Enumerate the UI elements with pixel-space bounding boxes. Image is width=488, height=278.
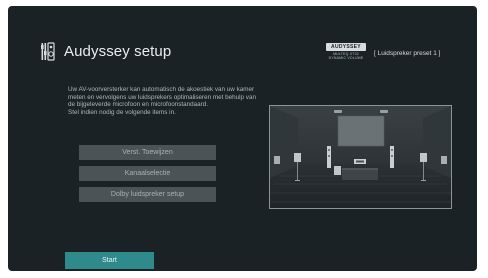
setup-screen: Audyssey setup AUDYSSEY MULTEQ XT32 DYNAM…	[8, 6, 477, 271]
dolby-speaker-setup-button[interactable]: Dolby luidspreker setup	[79, 187, 216, 202]
speaker-preset-label: [ Luidspreker preset 1 ]	[374, 50, 441, 57]
description-paragraph: Uw AV-voorversterker kan automatisch de …	[68, 86, 256, 109]
assign-amp-button[interactable]: Verst. Toewijzen	[79, 145, 216, 160]
description-paragraph: Stel indien nodig de volgende items in.	[68, 108, 176, 116]
audyssey-logo-wordmark: AUDYSSEY	[326, 43, 366, 51]
setup-description: Uw AV-voorversterker kan automatisch de …	[68, 86, 258, 116]
channel-select-button[interactable]: Kanaalselectie	[79, 166, 216, 181]
audyssey-logo: AUDYSSEY MULTEQ XT32 DYNAMIC VOLUME	[326, 43, 366, 63]
page-title: Audyssey setup	[64, 43, 172, 60]
home-theater-room-illustration	[269, 105, 452, 209]
room-scene	[270, 106, 451, 208]
start-button[interactable]: Start	[65, 252, 154, 269]
speaker-setup-icon	[41, 42, 55, 61]
audyssey-logo-subtext: MULTEQ XT32 DYNAMIC VOLUME	[328, 52, 364, 60]
